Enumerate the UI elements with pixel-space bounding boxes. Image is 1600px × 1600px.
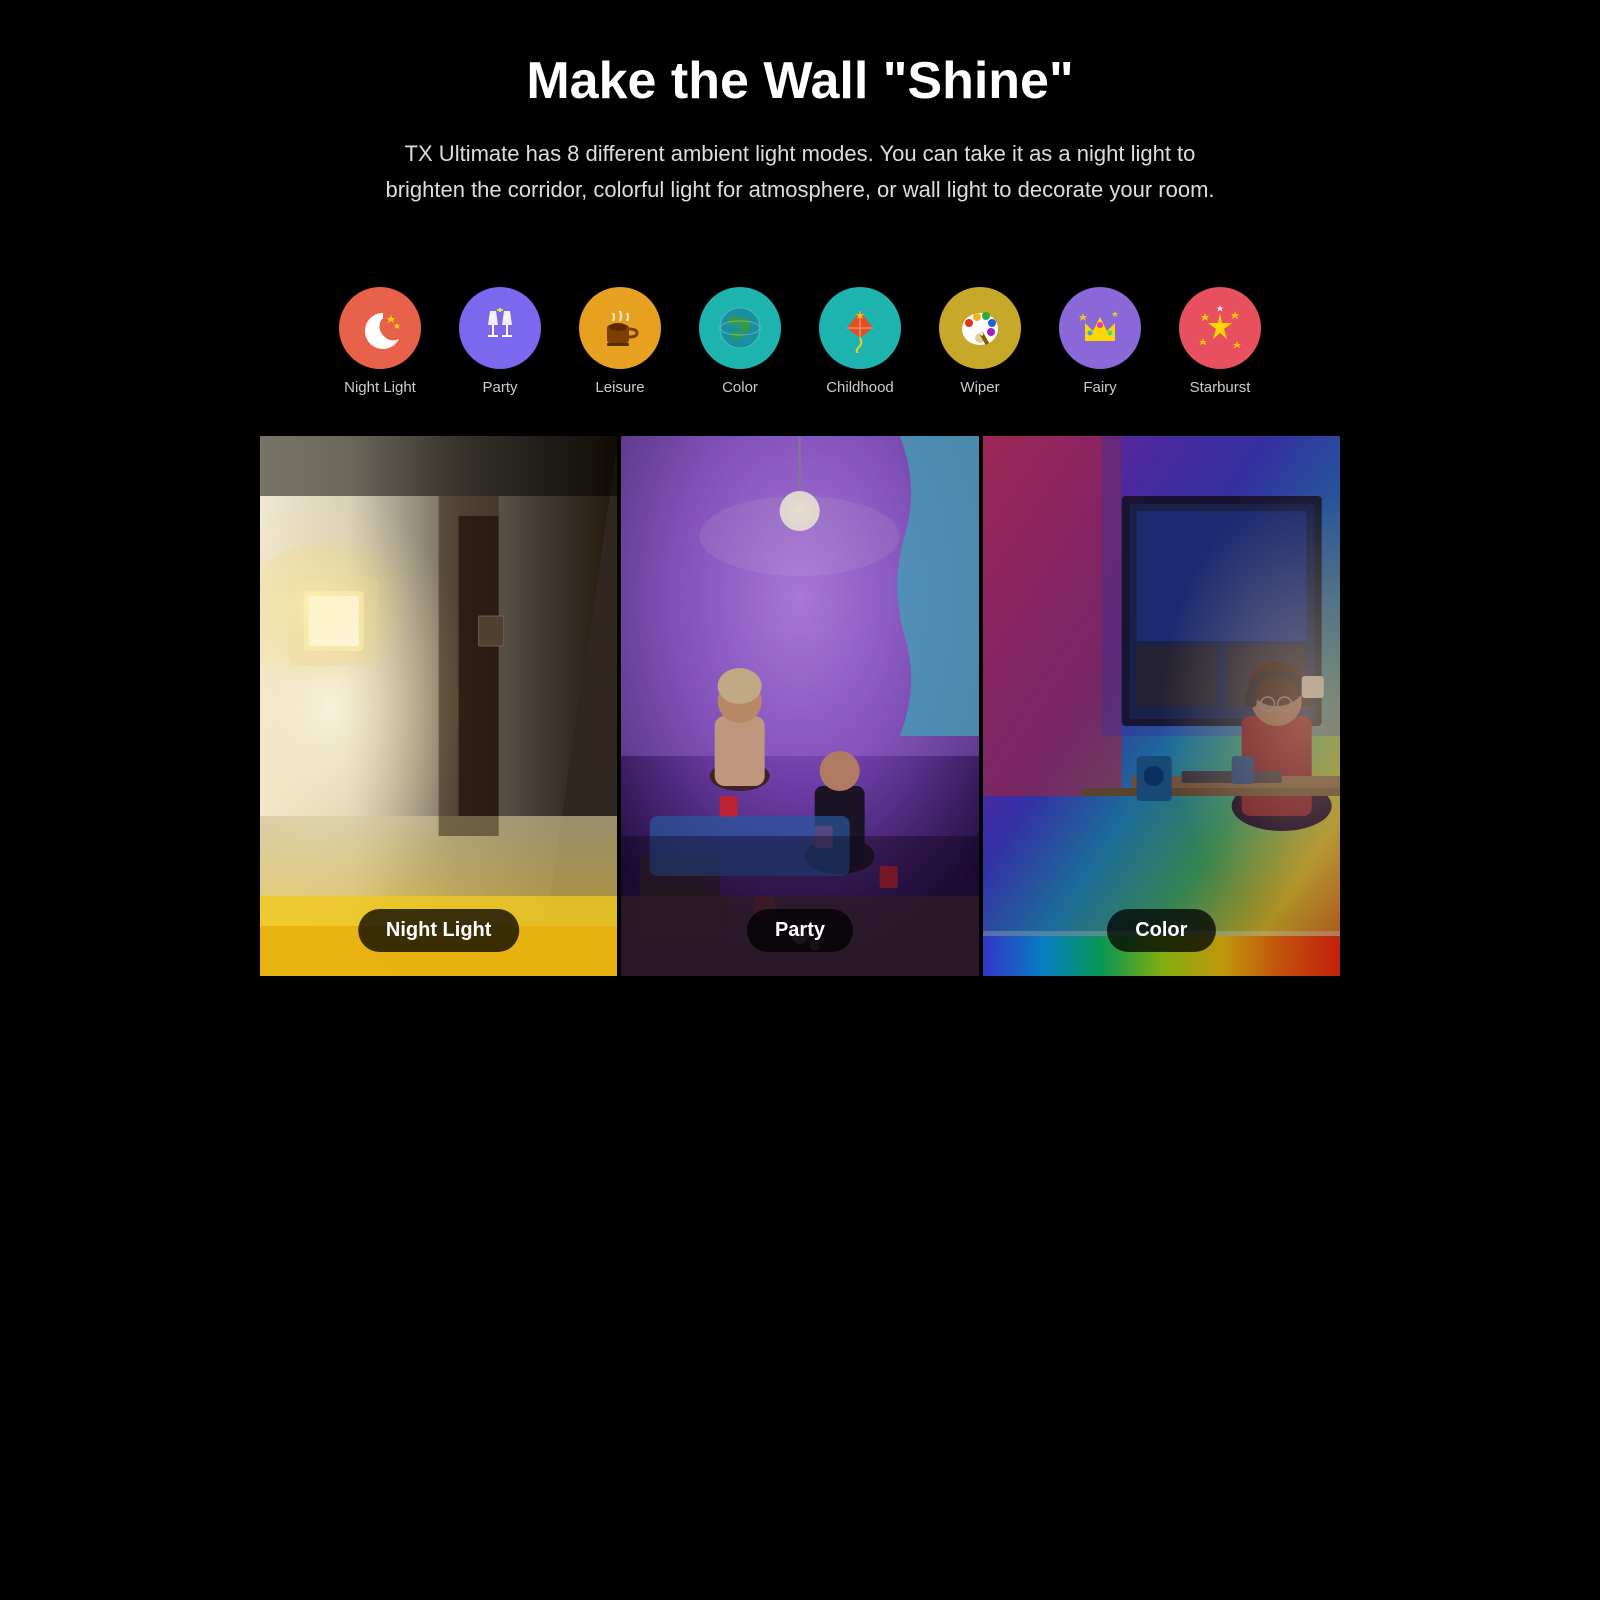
photo-card-color: Color	[983, 436, 1340, 976]
wiper-icon	[939, 287, 1021, 369]
wiper-label: Wiper	[960, 379, 999, 396]
childhood-label: Childhood	[826, 379, 894, 396]
fairy-icon	[1059, 287, 1141, 369]
party-icon	[459, 287, 541, 369]
mode-color[interactable]: Color	[680, 287, 800, 396]
color-icon	[699, 287, 781, 369]
mode-fairy[interactable]: Fairy	[1040, 287, 1160, 396]
subtitle: TX Ultimate has 8 different ambient ligh…	[370, 136, 1230, 206]
mode-leisure[interactable]: Leisure	[560, 287, 680, 396]
starburst-label: Starburst	[1190, 379, 1251, 396]
modes-row: Night Light	[260, 287, 1340, 436]
starburst-icon	[1179, 287, 1261, 369]
photo-card-night-light: Night Light	[260, 436, 617, 976]
color-photo-label: Color	[1107, 909, 1215, 952]
photo-card-party: Party	[621, 436, 978, 976]
childhood-icon	[819, 287, 901, 369]
mode-night-light[interactable]: Night Light	[320, 287, 440, 396]
party-label: Party	[482, 379, 517, 396]
mode-party[interactable]: Party	[440, 287, 560, 396]
party-photo-label: Party	[747, 909, 853, 952]
top-section: Make the Wall "Shine" TX Ultimate has 8 …	[260, 0, 1340, 287]
main-title: Make the Wall "Shine"	[320, 50, 1280, 112]
leisure-label: Leisure	[595, 379, 644, 396]
night-light-icon	[339, 287, 421, 369]
mode-wiper[interactable]: Wiper	[920, 287, 1040, 396]
page-wrapper: Make the Wall "Shine" TX Ultimate has 8 …	[260, 0, 1340, 976]
night-light-photo-label: Night Light	[358, 909, 520, 952]
leisure-icon	[579, 287, 661, 369]
photos-section: Night Light	[260, 436, 1340, 976]
fairy-label: Fairy	[1083, 379, 1116, 396]
mode-starburst[interactable]: Starburst	[1160, 287, 1280, 396]
mode-childhood[interactable]: Childhood	[800, 287, 920, 396]
night-light-label: Night Light	[344, 379, 416, 396]
color-label: Color	[722, 379, 758, 396]
